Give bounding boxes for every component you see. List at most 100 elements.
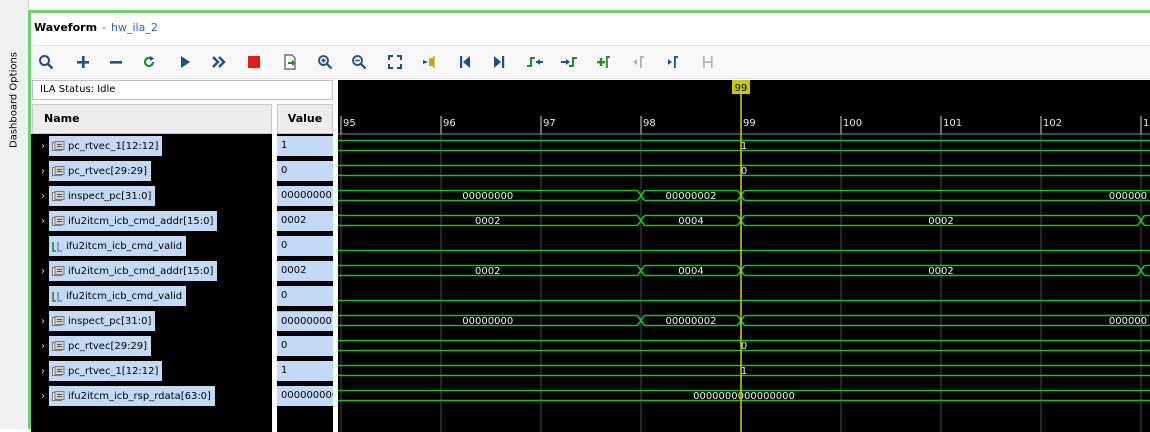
signal-name[interactable]: inspect_pc[31:0]	[49, 311, 156, 331]
signal-row[interactable]: › pc_rtvec_1[12:12]	[31, 136, 163, 156]
previous-marker-icon[interactable]	[628, 52, 648, 72]
signal-name-text: inspect_pc[31:0]	[68, 190, 152, 202]
name-column-header[interactable]: Name	[32, 104, 272, 134]
add-marker-icon[interactable]	[594, 52, 614, 72]
previous-transition-icon[interactable]	[525, 52, 545, 72]
add-icon[interactable]	[73, 52, 93, 72]
time-tick-label: 99	[743, 118, 756, 129]
bus-signal-icon	[52, 265, 65, 277]
run-trigger-icon[interactable]	[175, 52, 195, 72]
window-titlebar: Waveform - hw_ila_2	[31, 13, 1150, 41]
signal-value-list: 1000000000000200002000000000010000000000	[277, 134, 333, 432]
stop-icon[interactable]	[244, 52, 264, 72]
signal-name[interactable]: ifu2itcm_icb_cmd_addr[15:0]	[49, 211, 218, 231]
next-transition-icon[interactable]	[559, 52, 579, 72]
wave-value-label: 0002	[928, 266, 953, 277]
time-tick-label: 98	[643, 118, 656, 129]
chevron-right-icon[interactable]: ›	[37, 366, 49, 377]
bit-signal-icon	[52, 241, 63, 252]
signal-name-list: › pc_rtvec_1[12:12] › pc_rtvec[29:29] › inspe…	[31, 134, 272, 432]
time-tick-label: 102	[1043, 118, 1062, 129]
wave-value-label: 00000000	[462, 191, 513, 202]
signal-name-text: pc_rtvec[29:29]	[68, 165, 148, 177]
signal-row[interactable]: › ifu2itcm_icb_cmd_addr[15:0]	[31, 261, 218, 281]
ila-status-label: ILA Status:	[40, 84, 95, 95]
wave-value-label: 0002	[475, 266, 500, 277]
signal-name-text: ifu2itcm_icb_cmd_addr[15:0]	[68, 265, 214, 277]
signal-name[interactable]: pc_rtvec_1[12:12]	[49, 136, 163, 156]
signal-name[interactable]: pc_rtvec_1[12:12]	[49, 361, 163, 381]
signal-value: 1	[277, 361, 333, 381]
waveform-background	[338, 80, 1150, 432]
bus-signal-icon	[52, 140, 65, 152]
signal-name[interactable]: pc_rtvec[29:29]	[49, 336, 152, 356]
remove-icon[interactable]	[106, 52, 126, 72]
signal-row[interactable]: › pc_rtvec[29:29]	[31, 336, 152, 356]
signal-value: 1	[277, 136, 333, 156]
wave-value-label: 00000000	[462, 316, 513, 327]
signal-row[interactable]: ifu2itcm_icb_cmd_valid	[31, 236, 187, 256]
signal-value: 00000000	[277, 311, 333, 331]
wave-value-label: 0000000000000000	[693, 391, 795, 402]
go-to-cursor-icon[interactable]	[419, 52, 439, 72]
signal-name[interactable]: inspect_pc[31:0]	[49, 186, 156, 206]
window-subtitle[interactable]: hw_ila_2	[111, 21, 158, 34]
signal-value: 0002	[277, 211, 333, 231]
value-column-header[interactable]: Value	[277, 104, 333, 134]
signal-value: 0	[277, 286, 333, 306]
signal-row[interactable]: ifu2itcm_icb_cmd_valid	[31, 286, 187, 306]
wave-value-label: 0004	[678, 216, 703, 227]
zoom-in-icon[interactable]	[315, 52, 335, 72]
wave-value-label: 0002	[928, 216, 953, 227]
window-title: Waveform	[34, 20, 98, 34]
signal-name[interactable]: ifu2itcm_icb_cmd_valid	[49, 286, 187, 306]
signal-row[interactable]: › inspect_pc[31:0]	[31, 186, 156, 206]
chevron-right-icon[interactable]: ›	[37, 341, 49, 352]
dashboard-options-label: Dashboard Options	[8, 51, 20, 149]
export-icon[interactable]	[280, 52, 300, 72]
signal-value: 00000000	[277, 186, 333, 206]
chevron-right-icon[interactable]: ›	[37, 391, 49, 402]
signal-name[interactable]: pc_rtvec[29:29]	[49, 161, 152, 181]
signal-name[interactable]: ifu2itcm_icb_rsp_rdata[63:0]	[49, 386, 215, 406]
time-tick-label: 10	[1143, 118, 1150, 129]
signal-row[interactable]: › pc_rtvec[29:29]	[31, 161, 152, 181]
ila-status-value: Idle	[97, 84, 116, 95]
waveform-display[interactable]: 9596979899100101102101000000000000000020…	[338, 80, 1150, 432]
zoom-fit-icon[interactable]	[385, 52, 405, 72]
chevron-right-icon[interactable]: ›	[37, 216, 49, 227]
waveform-window: Waveform - hw_ila_2 ILA Status: Idle Nam…	[28, 10, 1150, 432]
wave-value-label: 0004	[678, 266, 703, 277]
chevron-right-icon[interactable]: ›	[37, 191, 49, 202]
cursor-label: 99	[735, 83, 748, 94]
swap-cursor-icon[interactable]	[698, 52, 718, 72]
wave-value-label: 00000002	[666, 191, 717, 202]
chevron-right-icon[interactable]: ›	[37, 141, 49, 152]
bus-signal-icon	[52, 315, 65, 327]
signal-name[interactable]: ifu2itcm_icb_cmd_addr[15:0]	[49, 261, 218, 281]
signal-name-text: pc_rtvec_1[12:12]	[68, 365, 159, 377]
signal-name-text: pc_rtvec[29:29]	[68, 340, 148, 352]
signal-name-text: pc_rtvec_1[12:12]	[68, 140, 159, 152]
signal-row[interactable]: › ifu2itcm_icb_rsp_rdata[63:0]	[31, 386, 215, 406]
signal-name[interactable]: ifu2itcm_icb_cmd_valid	[49, 236, 187, 256]
ila-status: ILA Status: Idle	[32, 80, 333, 100]
search-icon[interactable]	[36, 52, 56, 72]
signal-row[interactable]: › ifu2itcm_icb_cmd_addr[15:0]	[31, 211, 218, 231]
dashboard-options-tab[interactable]: Dashboard Options	[0, 0, 29, 429]
bus-signal-icon	[52, 340, 65, 352]
signal-value: 0	[277, 161, 333, 181]
refresh-icon[interactable]	[139, 52, 159, 72]
title-separator: -	[102, 20, 107, 34]
wave-value-label: 000000	[1109, 316, 1147, 327]
next-marker-icon[interactable]	[663, 52, 683, 72]
chevron-right-icon[interactable]: ›	[37, 316, 49, 327]
go-to-last-time-icon[interactable]	[489, 52, 509, 72]
signal-row[interactable]: › pc_rtvec_1[12:12]	[31, 361, 163, 381]
chevron-right-icon[interactable]: ›	[37, 266, 49, 277]
zoom-out-icon[interactable]	[349, 52, 369, 72]
signal-row[interactable]: › inspect_pc[31:0]	[31, 311, 156, 331]
chevron-right-icon[interactable]: ›	[37, 166, 49, 177]
go-to-time-zero-icon[interactable]	[455, 52, 475, 72]
run-immediate-icon[interactable]	[209, 52, 229, 72]
